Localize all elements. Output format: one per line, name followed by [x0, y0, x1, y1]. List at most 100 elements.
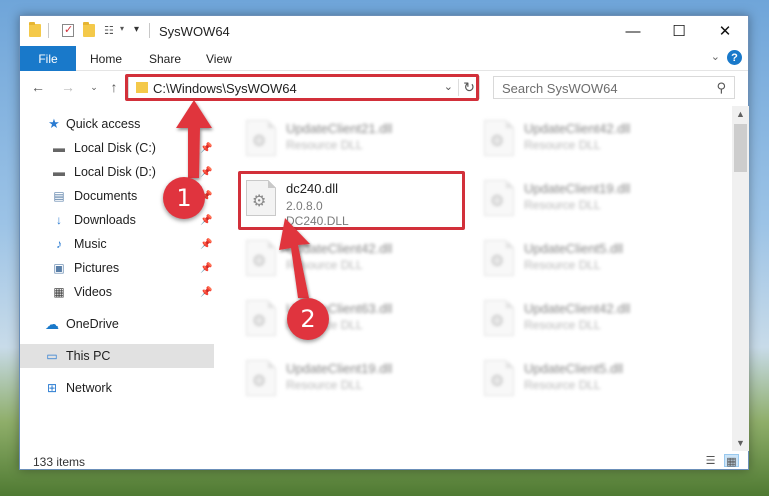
sidebar-label: Videos [74, 285, 112, 299]
dll-file-icon: ⚙ [484, 240, 514, 276]
dll-file-icon: ⚙ [246, 240, 276, 276]
dll-file-icon: ⚙ [246, 300, 276, 336]
dll-file-icon: ⚙ [484, 180, 514, 216]
file-type: Resource DLL [286, 258, 363, 272]
file-item[interactable]: ⚙ UpdateClient42.dll Resource DLL [478, 292, 708, 344]
help-icon[interactable]: ? [727, 50, 742, 65]
quick-access-dropdown-icon[interactable]: ▾ [134, 24, 146, 37]
chevron-down-icon[interactable]: ▾ [120, 24, 132, 37]
dll-file-icon: ⚙ [484, 300, 514, 336]
sidebar-label: OneDrive [66, 317, 119, 331]
ribbon-tabs: File Home Share View ⌄ ? [20, 46, 748, 71]
file-name: UpdateClient42.dll [524, 301, 631, 316]
file-list: ⚙ UpdateClient21.dll Resource DLL ⚙ Upda… [214, 106, 732, 451]
file-name: UpdateClient21.dll [286, 121, 393, 136]
step-badge-1: 1 [163, 177, 205, 219]
scroll-down-icon[interactable]: ▼ [732, 438, 749, 448]
sidebar-label: This PC [66, 349, 111, 363]
step-badge-2: 2 [287, 298, 329, 340]
pin-icon[interactable]: 📌 [200, 143, 212, 154]
file-type: Resource DLL [524, 378, 601, 392]
expand-ribbon-icon[interactable]: ⌄ [711, 50, 720, 63]
item-count: 133 items [33, 455, 86, 469]
file-item[interactable]: ⚙ UpdateClient42.dll Resource DLL [240, 232, 470, 284]
sidebar-item-videos[interactable]: ▦ Videos 📌 [20, 280, 214, 304]
cloud-icon: ☁ [45, 315, 59, 332]
maximize-button[interactable]: ☐ [656, 16, 702, 46]
dll-file-icon: ⚙ [484, 120, 514, 156]
file-item[interactable]: ⚙ UpdateClient5.dll Resource DLL [478, 352, 708, 404]
file-type: Resource DLL [524, 138, 601, 152]
music-note-icon: ♪ [56, 237, 62, 251]
address-highlight-box [125, 74, 479, 101]
pin-icon[interactable]: 📌 [200, 167, 212, 178]
file-type: Resource DLL [524, 258, 601, 272]
title-bar: ✓ ☷ ▾ ▾ SysWOW64 — ☐ ✕ [20, 16, 748, 46]
dll-file-icon: ⚙ [246, 120, 276, 156]
file-name: UpdateClient5.dll [524, 241, 624, 256]
scroll-up-icon[interactable]: ▲ [732, 109, 749, 119]
file-type: Resource DLL [286, 138, 363, 152]
sidebar-item-quick-access[interactable]: ★ Quick access [20, 112, 214, 136]
search-placeholder[interactable]: Search SysWOW64 [502, 81, 618, 96]
status-bar: 133 items ☰ ▦ [20, 451, 748, 471]
sidebar-label: Network [66, 381, 112, 395]
file-name: UpdateClient42.dll [524, 121, 631, 136]
file-type: Resource DLL [524, 318, 601, 332]
folder-icon [29, 22, 41, 37]
sidebar-label: Local Disk (D:) [74, 165, 156, 179]
details-view-icon[interactable]: ☰ [703, 454, 718, 467]
recent-locations-icon[interactable]: ⌄ [84, 77, 104, 97]
divider [149, 23, 150, 38]
sidebar-item-onedrive[interactable]: ☁ OneDrive [20, 312, 214, 336]
drive-icon: ▬ [53, 165, 65, 179]
sidebar-item-local-disk-c[interactable]: ▬ Local Disk (C:) 📌 [20, 136, 214, 160]
back-arrow-icon[interactable]: ← [28, 77, 48, 97]
search-icon[interactable]: ⚲ [716, 80, 726, 96]
large-icons-view-icon[interactable]: ▦ [724, 454, 739, 468]
pin-icon[interactable]: 📌 [200, 239, 212, 250]
up-arrow-icon[interactable]: ↑ [104, 77, 124, 97]
picture-icon: ▣ [53, 261, 65, 275]
sidebar-item-network[interactable]: ⊞ Network [20, 376, 214, 400]
document-icon: ▤ [53, 189, 65, 203]
divider [48, 23, 49, 38]
tab-view[interactable]: View [206, 46, 232, 71]
sidebar-label: Downloads [74, 213, 136, 227]
sidebar-item-this-pc[interactable]: ▭ This PC [20, 344, 214, 368]
search-box[interactable]: Search SysWOW64 ⚲ [493, 76, 735, 99]
file-item[interactable]: ⚙ UpdateClient19.dll Resource DLL [240, 352, 470, 404]
properties-icon[interactable]: ✓ [62, 24, 74, 37]
file-item[interactable]: ⚙ UpdateClient42.dll Resource DLL [478, 112, 708, 164]
file-type: Resource DLL [286, 378, 363, 392]
dll-file-icon: ⚙ [484, 360, 514, 396]
close-button[interactable]: ✕ [702, 16, 748, 46]
customize-toolbar-icon[interactable]: ☷ [104, 24, 118, 37]
tab-home[interactable]: Home [90, 46, 122, 71]
file-item[interactable]: ⚙ UpdateClient63.dll Resource DLL [240, 292, 470, 344]
sidebar-label: Music [74, 237, 107, 251]
navigation-bar: ← → ⌄ ↑ C:\Windows\SysWOW64 ⌄ ↻ Search S… [20, 71, 748, 103]
pin-icon[interactable]: 📌 [200, 263, 212, 274]
tab-share[interactable]: Share [149, 46, 181, 71]
file-item[interactable]: ⚙ UpdateClient21.dll Resource DLL [240, 112, 470, 164]
navigation-pane: ★ Quick access ▬ Local Disk (C:) 📌 ▬ Loc… [20, 106, 214, 451]
pin-icon[interactable]: 📌 [200, 287, 212, 298]
file-name: UpdateClient19.dll [286, 361, 393, 376]
forward-arrow-icon[interactable]: → [58, 77, 78, 97]
file-item[interactable]: ⚙ UpdateClient19.dll Resource DLL [478, 172, 708, 224]
network-icon: ⊞ [46, 381, 58, 395]
minimize-button[interactable]: — [610, 16, 656, 46]
pin-icon[interactable]: 📌 [200, 215, 212, 226]
file-name: UpdateClient19.dll [524, 181, 631, 196]
sidebar-item-music[interactable]: ♪ Music 📌 [20, 232, 214, 256]
sidebar-label: Documents [74, 189, 138, 203]
new-folder-icon[interactable] [83, 22, 95, 37]
tab-file[interactable]: File [20, 46, 76, 71]
scroll-thumb[interactable] [734, 124, 747, 172]
sidebar-label: Local Disk (C:) [74, 141, 156, 155]
sidebar-item-pictures[interactable]: ▣ Pictures 📌 [20, 256, 214, 280]
vertical-scrollbar[interactable]: ▲ ▼ [732, 106, 749, 451]
sidebar-label: Pictures [74, 261, 120, 275]
file-item[interactable]: ⚙ UpdateClient5.dll Resource DLL [478, 232, 708, 284]
